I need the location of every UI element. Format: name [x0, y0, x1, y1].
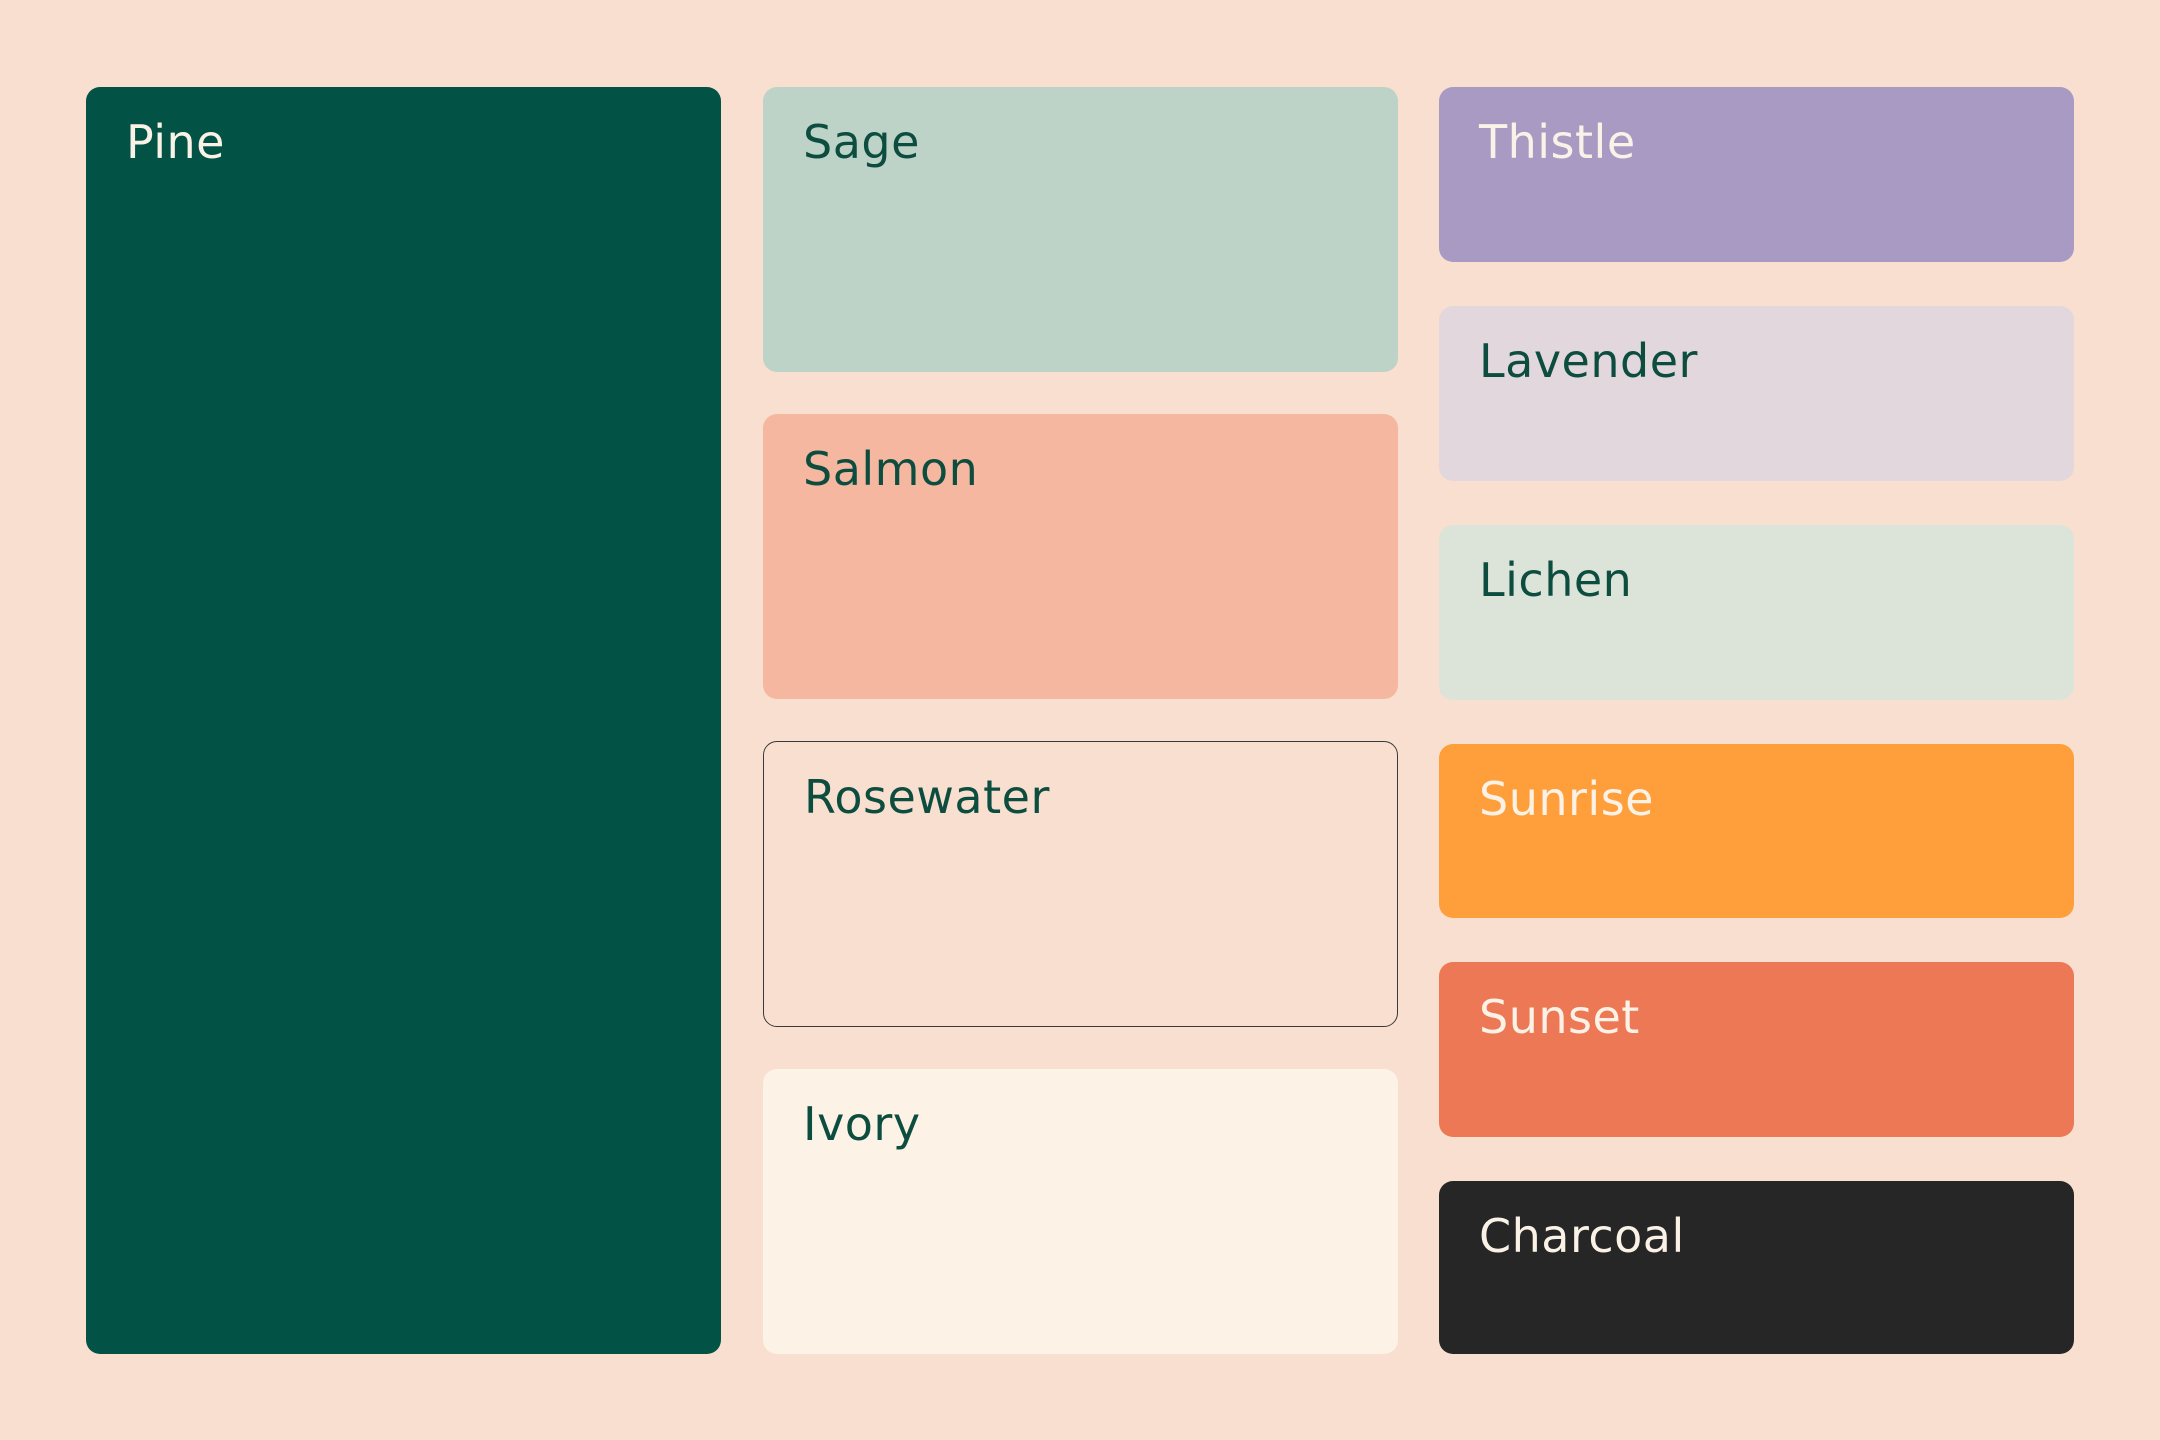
- swatch-label-sunset: Sunset: [1479, 990, 1640, 1044]
- color-palette-page: { "swatches": { "pine": { "label": "Pine…: [0, 0, 2160, 1440]
- swatch-label-pine: Pine: [126, 115, 225, 169]
- swatch-ivory: Ivory: [763, 1069, 1398, 1354]
- swatch-sunrise: Sunrise: [1439, 744, 2074, 918]
- swatch-thistle: Thistle: [1439, 87, 2074, 262]
- swatch-label-thistle: Thistle: [1479, 115, 1636, 169]
- swatch-label-sage: Sage: [803, 115, 920, 169]
- swatch-rosewater: Rosewater: [763, 741, 1398, 1027]
- swatch-label-lichen: Lichen: [1479, 553, 1633, 607]
- swatch-label-sunrise: Sunrise: [1479, 772, 1654, 826]
- swatch-lichen: Lichen: [1439, 525, 2074, 700]
- swatch-label-charcoal: Charcoal: [1479, 1209, 1685, 1263]
- swatch-pine: Pine: [86, 87, 721, 1354]
- swatch-charcoal: Charcoal: [1439, 1181, 2074, 1354]
- swatch-sunset: Sunset: [1439, 962, 2074, 1137]
- swatch-label-salmon: Salmon: [803, 442, 979, 496]
- swatch-label-ivory: Ivory: [803, 1097, 921, 1151]
- swatch-sage: Sage: [763, 87, 1398, 372]
- swatch-salmon: Salmon: [763, 414, 1398, 699]
- swatch-label-rosewater: Rosewater: [804, 770, 1050, 824]
- swatch-label-lavender: Lavender: [1479, 334, 1698, 388]
- swatch-lavender: Lavender: [1439, 306, 2074, 481]
